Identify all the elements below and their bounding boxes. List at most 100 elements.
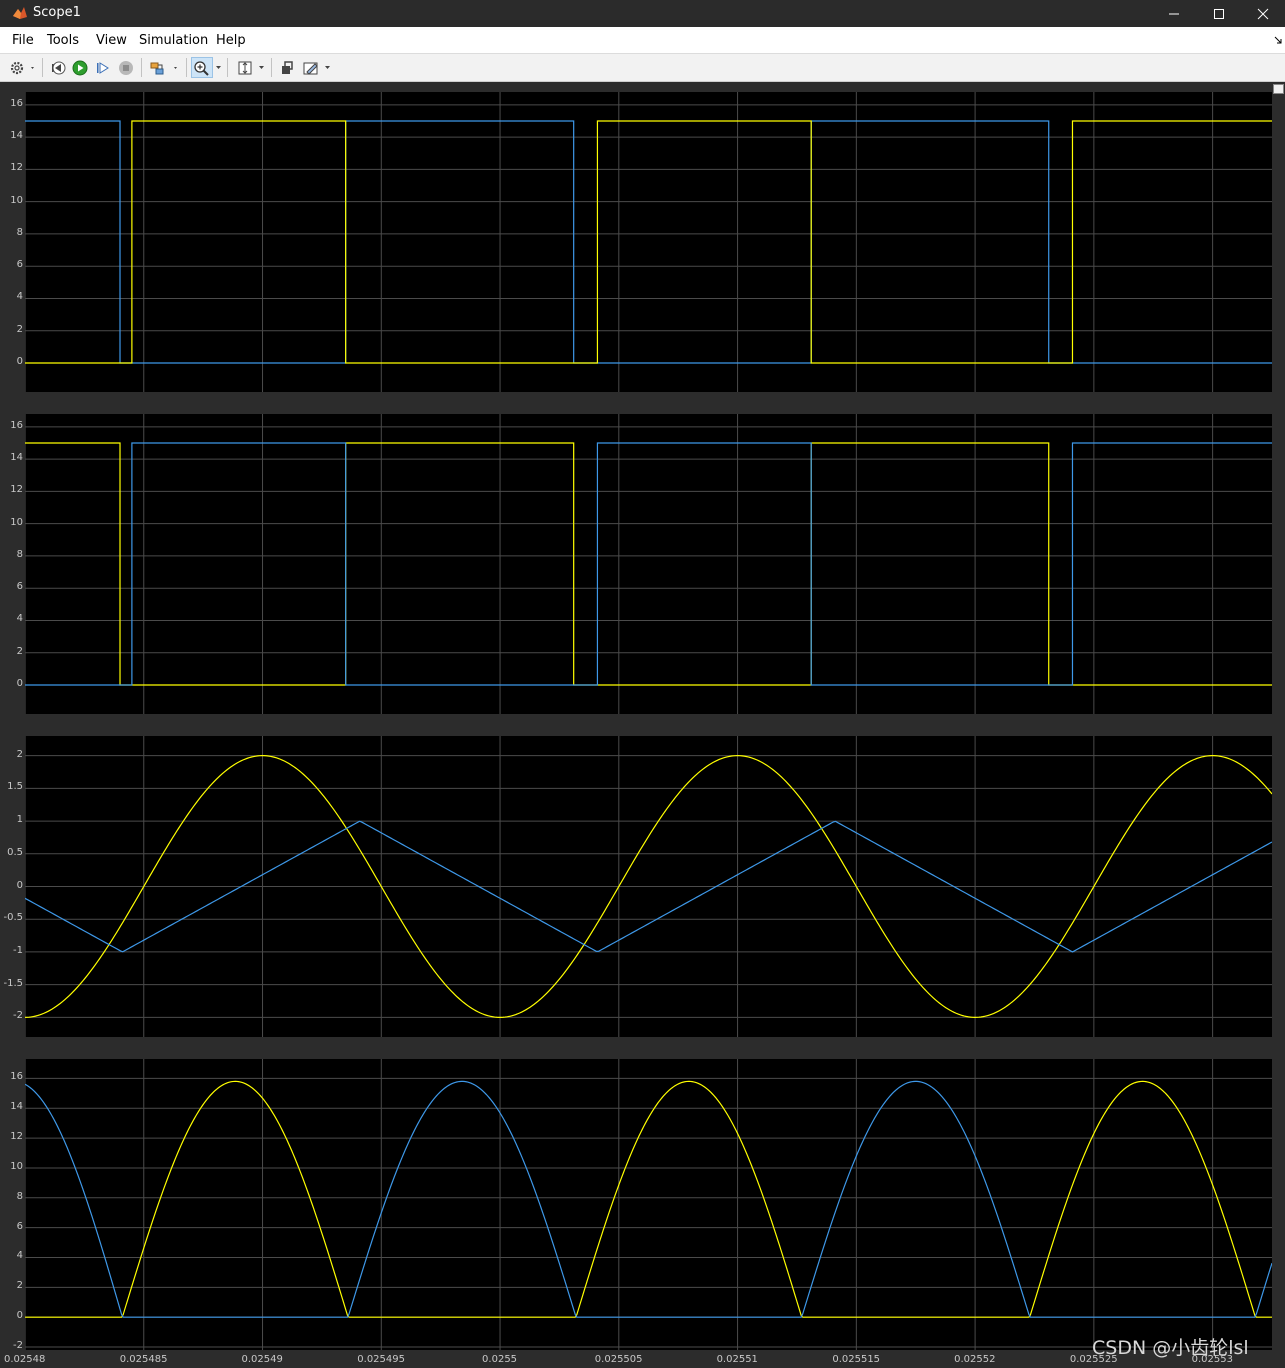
style-icon [303,62,318,75]
y-tick-label: -2 [13,1340,23,1351]
y-tick-label: 12 [10,162,23,174]
scope-plot-3 [25,736,1272,1037]
window-title: Scope1 [33,5,81,20]
scope-panel-1[interactable] [25,92,1272,392]
x-tick-label: 0.02548 [4,1354,46,1365]
y-tick-label: 12 [10,1131,23,1143]
y-tick-label: 16 [10,1071,23,1083]
y-tick-label: -1.5 [3,977,23,989]
signal-trace [25,120,1272,364]
signal-trace [25,442,1272,686]
y-tick-label: 14 [10,452,23,464]
y-tick-label: -2 [13,1010,23,1022]
style-button[interactable] [300,57,322,78]
y-tick-label: 2 [16,323,23,335]
scope-plot-4 [25,1059,1272,1350]
scope-panel-3[interactable] [25,736,1272,1037]
undock-icon[interactable] [1273,35,1283,45]
restore-axes-button[interactable] [1273,84,1284,94]
y-tick-label: 0 [16,1310,23,1322]
watermark: CSDN @小齿轮lsl [1092,1337,1249,1359]
scope-plot-1 [25,92,1272,392]
y-tick-label: 4 [16,1250,23,1262]
run-button[interactable] [70,57,90,78]
minimize-button[interactable] [1151,0,1197,27]
maximize-button[interactable] [1196,0,1242,27]
x-tick-label: 0.025515 [832,1354,881,1365]
y-tick-label: 4 [16,291,23,303]
minimize-icon [1169,13,1179,14]
x-tick-label: 0.0255 [482,1354,518,1365]
y-tick-label: 0 [16,879,23,891]
scale-axes-button[interactable] [234,57,256,78]
zoom-in-icon [194,60,209,76]
y-tick-label: 1.5 [7,781,23,793]
scope-panel-4[interactable] [25,1059,1272,1350]
close-button[interactable] [1240,0,1285,27]
scope-plot-2 [25,414,1272,714]
style-dropdown-icon[interactable] [324,65,332,71]
step-back-icon [52,61,66,74]
y-tick-label: 6 [16,1220,23,1232]
y-tick-label: 1 [16,814,23,826]
y-tick-label: 16 [10,97,23,109]
y-tick-label: 8 [16,1190,23,1202]
menu-simulation[interactable]: Simulation [139,33,208,48]
highlight-block-button[interactable] [147,57,181,78]
y-tick-label: 8 [16,548,23,560]
menu-help[interactable]: Help [216,33,246,48]
scale-dropdown-icon[interactable] [258,65,266,71]
matlab-icon [13,7,27,19]
step-back-button[interactable] [48,57,68,78]
y-tick-label: 2 [16,748,23,760]
maximize-icon [1214,8,1224,19]
y-tick-label: 0.5 [7,846,23,858]
close-icon [1257,8,1269,19]
zoom-in-button[interactable] [191,57,213,78]
toolbar [0,54,1285,82]
y-tick-label: 10 [10,516,23,528]
y-tick-label: 14 [10,130,23,142]
x-tick-label: 0.025505 [594,1354,643,1365]
x-tick-label: 0.025485 [119,1354,168,1365]
run-icon [72,60,88,75]
x-tick-label: 0.025495 [357,1354,405,1365]
y-tick-label: 10 [10,194,23,206]
menu-bar: File Tools View Simulation Help [0,27,1285,54]
x-tick-label: 0.02552 [954,1354,996,1365]
y-tick-label: 6 [16,581,23,593]
zoom-dropdown-icon[interactable] [215,65,223,71]
step-forward-icon [97,61,109,74]
step-forward-button[interactable] [93,57,113,78]
scale-axes-icon [238,61,252,74]
stop-icon [119,60,133,75]
y-tick-label: 0 [16,355,23,367]
restore-layout-icon [282,60,293,74]
y-tick-label: 16 [10,419,23,431]
menu-view[interactable]: View [96,33,127,48]
gear-icon [10,61,34,74]
x-tick-label: 0.02551 [716,1354,758,1365]
y-tick-label: -0.5 [3,912,23,924]
signal-trace [25,120,1272,364]
y-tick-label: 6 [16,259,23,271]
restore-layout-button[interactable] [277,57,297,78]
window-titlebar: Scope1 [0,0,1285,27]
y-tick-label: 2 [16,1280,23,1292]
highlight-block-icon [150,62,177,74]
signal-trace [25,1080,1272,1318]
y-tick-label: 2 [16,645,23,657]
signal-trace [25,442,1272,686]
y-tick-label: 4 [16,613,23,625]
settings-button[interactable] [6,57,38,78]
scope-panel-2[interactable] [25,414,1272,714]
menu-tools[interactable]: Tools [47,33,79,48]
y-tick-label: 8 [16,226,23,238]
y-tick-label: 12 [10,484,23,496]
y-tick-label: -1 [13,944,23,956]
y-tick-label: 0 [16,677,23,689]
menu-file[interactable]: File [12,33,34,48]
x-tick-label: 0.02549 [241,1354,283,1365]
stop-button[interactable] [116,57,136,78]
y-tick-label: 10 [10,1160,23,1172]
